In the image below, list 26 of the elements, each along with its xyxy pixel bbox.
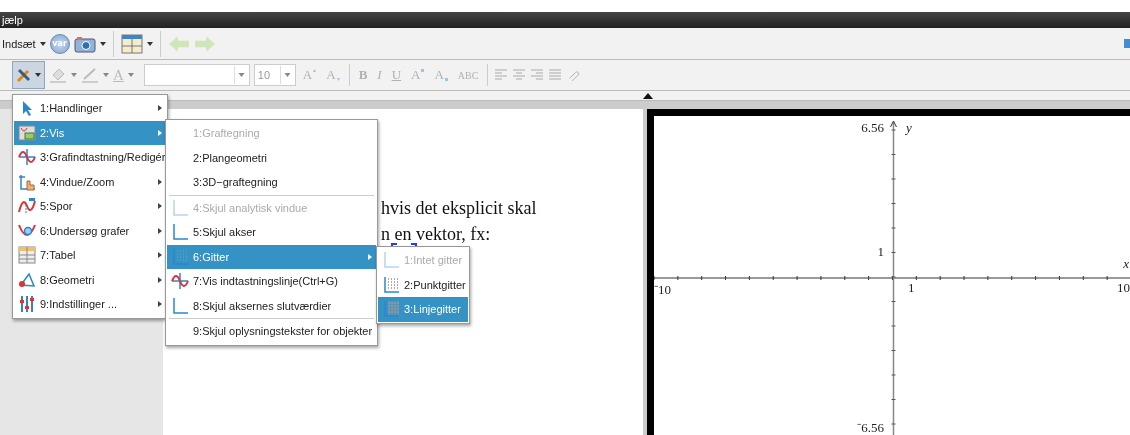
axis-name: y [906, 120, 912, 136]
insert-menu-button[interactable]: Indsæt [2, 37, 36, 50]
menu-item[interactable]: 8:Geometri [14, 267, 166, 292]
axis-label: ⁻6.56 [857, 419, 884, 435]
menu-item[interactable]: 3:3D−graftegning [167, 170, 377, 195]
menu-item[interactable]: 5:Skjul akser [167, 220, 377, 245]
document-text: n en vektor, fx: [381, 223, 491, 246]
menu-item[interactable]: 5:Spor [14, 194, 166, 219]
menu-item[interactable]: 2:Punktgitter [378, 272, 468, 297]
menu-item[interactable]: 7:Vis indtastningslinje(Ctrl+G) [167, 269, 377, 294]
axis-label: 6.56 [861, 120, 884, 136]
axis-label: ⁻10 [654, 281, 671, 298]
document-text: hvis det eksplicit skal [381, 197, 537, 220]
axis-label: 1 [908, 280, 915, 296]
menu-item[interactable]: 9:Skjul oplysningstekster for objekter [167, 319, 377, 344]
axis-label: 10 [1117, 280, 1130, 296]
menu-item[interactable]: 9:Indstillinger ... [14, 292, 166, 317]
menu-item[interactable]: 7:Tabel [14, 243, 166, 268]
menu-item[interactable]: 1:Handlinger [14, 96, 166, 121]
axis-name: x [1123, 256, 1129, 272]
axis-label: 1 [877, 244, 884, 260]
menu-item[interactable]: 8:Skjul aksernes slutværdier [167, 293, 377, 318]
menu-item[interactable]: 4:Vindue/Zoom [14, 169, 166, 194]
menu-item[interactable]: 6:Undersøg grafer [14, 218, 166, 243]
menu-title[interactable]: jælp [2, 14, 23, 26]
menu-item[interactable]: 2:Plangeometri [167, 145, 377, 170]
